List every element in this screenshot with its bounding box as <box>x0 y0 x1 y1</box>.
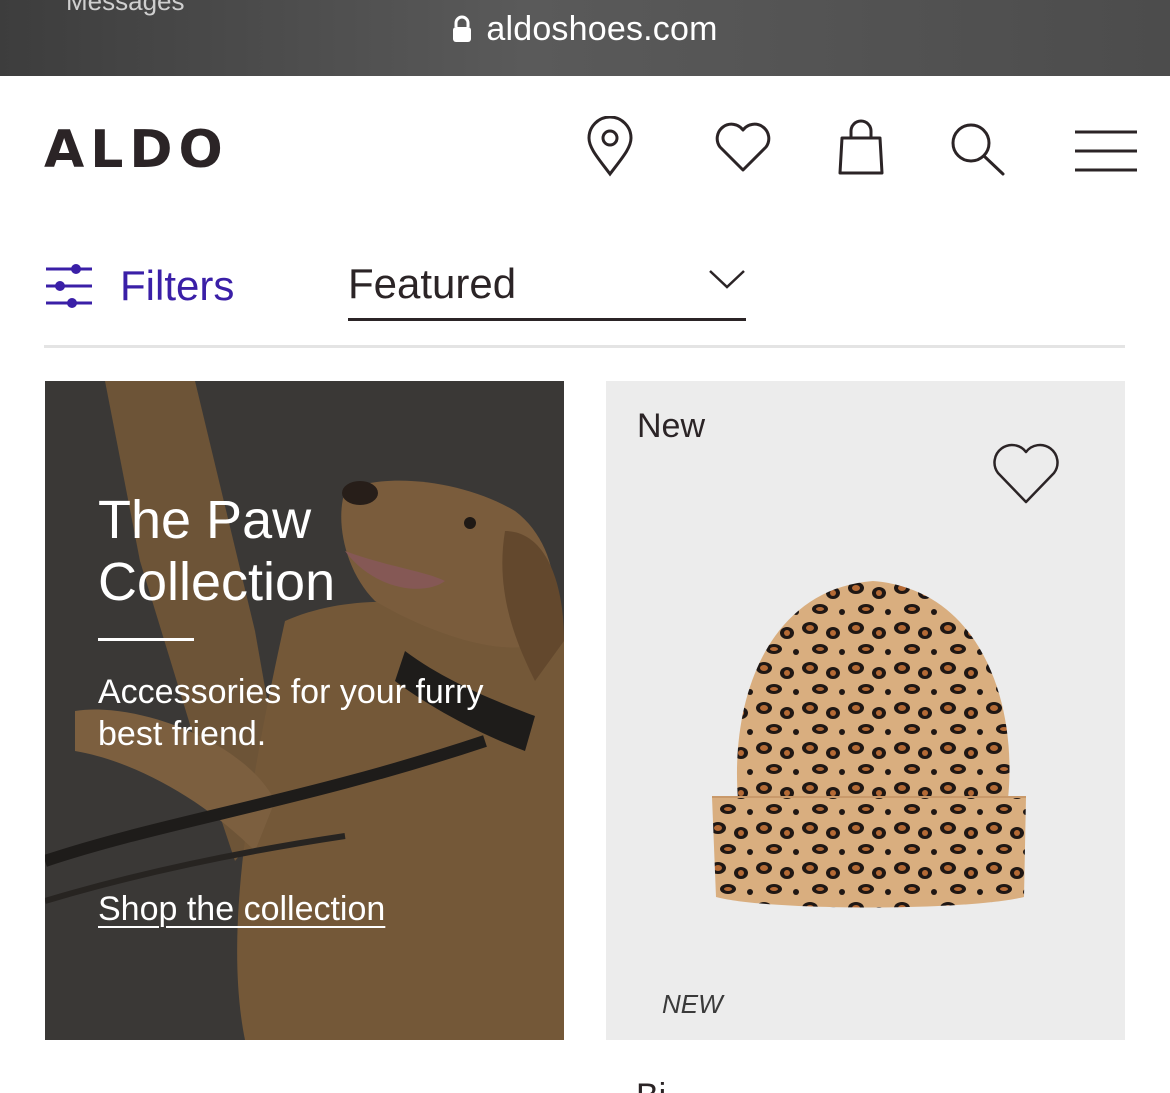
sort-value: Featured <box>348 260 517 307</box>
product-image[interactable] <box>708 579 1028 916</box>
menu-icon[interactable] <box>1074 128 1138 174</box>
sort-select[interactable]: Featured <box>348 254 746 321</box>
divider <box>44 345 1125 348</box>
product-card[interactable]: New NEW <box>606 381 1125 1040</box>
lock-icon <box>452 13 472 52</box>
chevron-down-icon <box>708 268 746 295</box>
new-tag: NEW <box>662 989 723 1019</box>
promo-tile[interactable]: The Paw Collection Accessories for your … <box>45 381 564 1040</box>
heart-icon[interactable] <box>714 120 772 174</box>
url-display[interactable]: aldoshoes.com <box>0 10 1170 52</box>
search-icon[interactable] <box>948 120 1008 178</box>
bag-icon[interactable] <box>836 118 886 176</box>
url-text: aldoshoes.com <box>486 10 718 48</box>
promo-subtitle: Accessories for your furry best friend. <box>98 673 484 753</box>
location-icon[interactable] <box>584 116 636 178</box>
wishlist-heart-icon[interactable] <box>990 439 1062 512</box>
shop-collection-link[interactable]: Shop the collection <box>98 890 385 929</box>
filters-label: Filters <box>120 262 235 309</box>
aldo-logo[interactable]: ALDO <box>44 122 274 178</box>
promo-rule <box>98 638 194 641</box>
filters-button[interactable]: Filters <box>44 256 234 316</box>
product-name[interactable]: Bi <box>636 1076 666 1093</box>
filter-sliders-icon <box>44 261 94 311</box>
browser-url-bar[interactable]: Messages aldoshoes.com <box>0 0 1170 76</box>
new-badge: New <box>637 407 706 445</box>
promo-title: The Paw Collection <box>98 490 336 612</box>
